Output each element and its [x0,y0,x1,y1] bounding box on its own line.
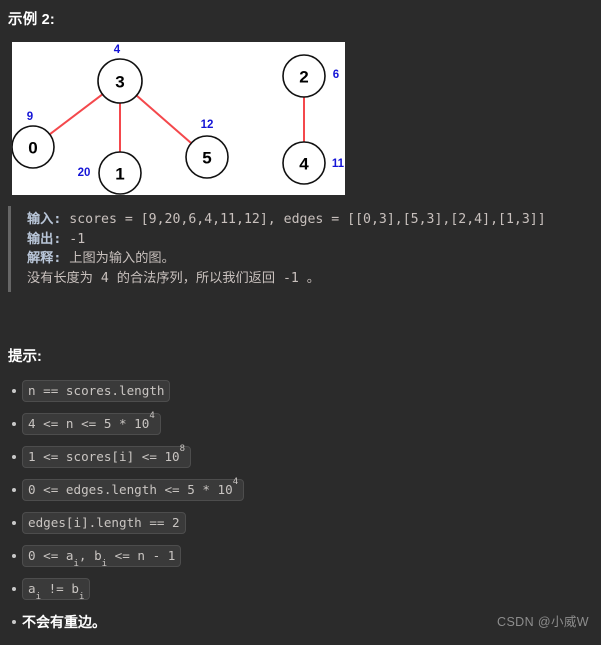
graph-node-label-1: 1 [115,165,124,184]
example-code-block: 输入: scores = [9,20,6,4,11,12], edges = [… [8,206,593,292]
hint-code-chip: 0 <= ai, bi <= n - 1 [22,544,182,570]
graph-score-label-3: 4 [114,44,121,56]
hint-text: 不会有重边。 [22,613,106,630]
subscript: i [78,592,85,603]
code-line: 输出: -1 [27,230,593,250]
graph-score-label-5: 12 [201,119,214,131]
graph-node-label-4: 4 [299,155,309,174]
hint-code-chip: n == scores.length [22,379,171,402]
hints-title: 提示: [8,349,42,365]
code-line: 输入: scores = [9,20,6,4,11,12], edges = [… [27,210,593,230]
code-line-key: 输出: [27,231,62,247]
code-line-key: 解释: [27,251,62,266]
graph-node-label-5: 5 [202,149,211,168]
code-line-text: 上图为输入的图。 [61,251,175,266]
section-title: 示例 2: [8,12,55,28]
graph-score-label-0: 9 [27,111,33,123]
hint-item: n == scores.length [8,374,593,407]
hint-item: ai != bi [8,572,593,605]
subscript: i [73,559,79,570]
page-root: 示例 2: 012345 9 20 6 4 11 12 输入: scores = [9,2… [0,0,601,645]
hint-item: 1 <= scores[i] <= 108 [8,440,593,473]
hint-code-chip: 1 <= scores[i] <= 108 [22,444,192,468]
graph-score-label-2: 6 [333,69,339,81]
graph-edges [49,93,305,152]
graph-node-label-0: 0 [28,139,37,158]
code-line-key: 输入: [27,212,62,227]
hint-code-chip: 0 <= edges.length <= 5 * 104 [22,477,245,501]
example-graph-figure: 012345 9 20 6 4 11 12 [12,42,345,195]
hint-item: 0 <= edges.length <= 5 * 104 [8,473,593,506]
hint-item: 0 <= ai, bi <= n - 1 [8,539,593,572]
exponent: 4 [232,477,239,488]
hint-code-chip: ai != bi [22,577,91,603]
graph-node-label-3: 3 [115,73,124,92]
graph-score-label-1: 20 [78,167,91,179]
code-line: 解释: 上图为输入的图。 [27,249,593,269]
graph-score-label-4: 11 [332,158,345,170]
hints-list: n == scores.length 4 <= n <= 5 * 104 1 <= … [8,374,593,638]
exponent: 8 [179,444,186,455]
code-line-text: 没有长度为 4 的合法序列，所以我们返回 -1 。 [27,270,320,286]
watermark: CSDN @小威W [497,615,589,629]
code-line-text: -1 [61,231,86,247]
graph-node-label-2: 2 [299,68,308,87]
graph-edge-0-3 [49,93,104,136]
code-line: 没有长度为 4 的合法序列，所以我们返回 -1 。 [27,269,593,289]
hint-code-chip: 4 <= n <= 5 * 104 [22,411,161,435]
hint-item: 4 <= n <= 5 * 104 [8,407,593,440]
graph-edge-5-3 [135,94,192,144]
exponent: 4 [149,411,155,422]
subscript: i [101,559,108,570]
code-line-text: scores = [9,20,6,4,11,12], edges = [[0,3… [61,212,546,227]
hint-code-chip: edges[i].length == 2 [22,511,186,534]
graph-svg: 012345 920641112 [12,44,345,195]
hint-item: edges[i].length == 2 [8,506,593,539]
subscript: i [35,592,42,603]
